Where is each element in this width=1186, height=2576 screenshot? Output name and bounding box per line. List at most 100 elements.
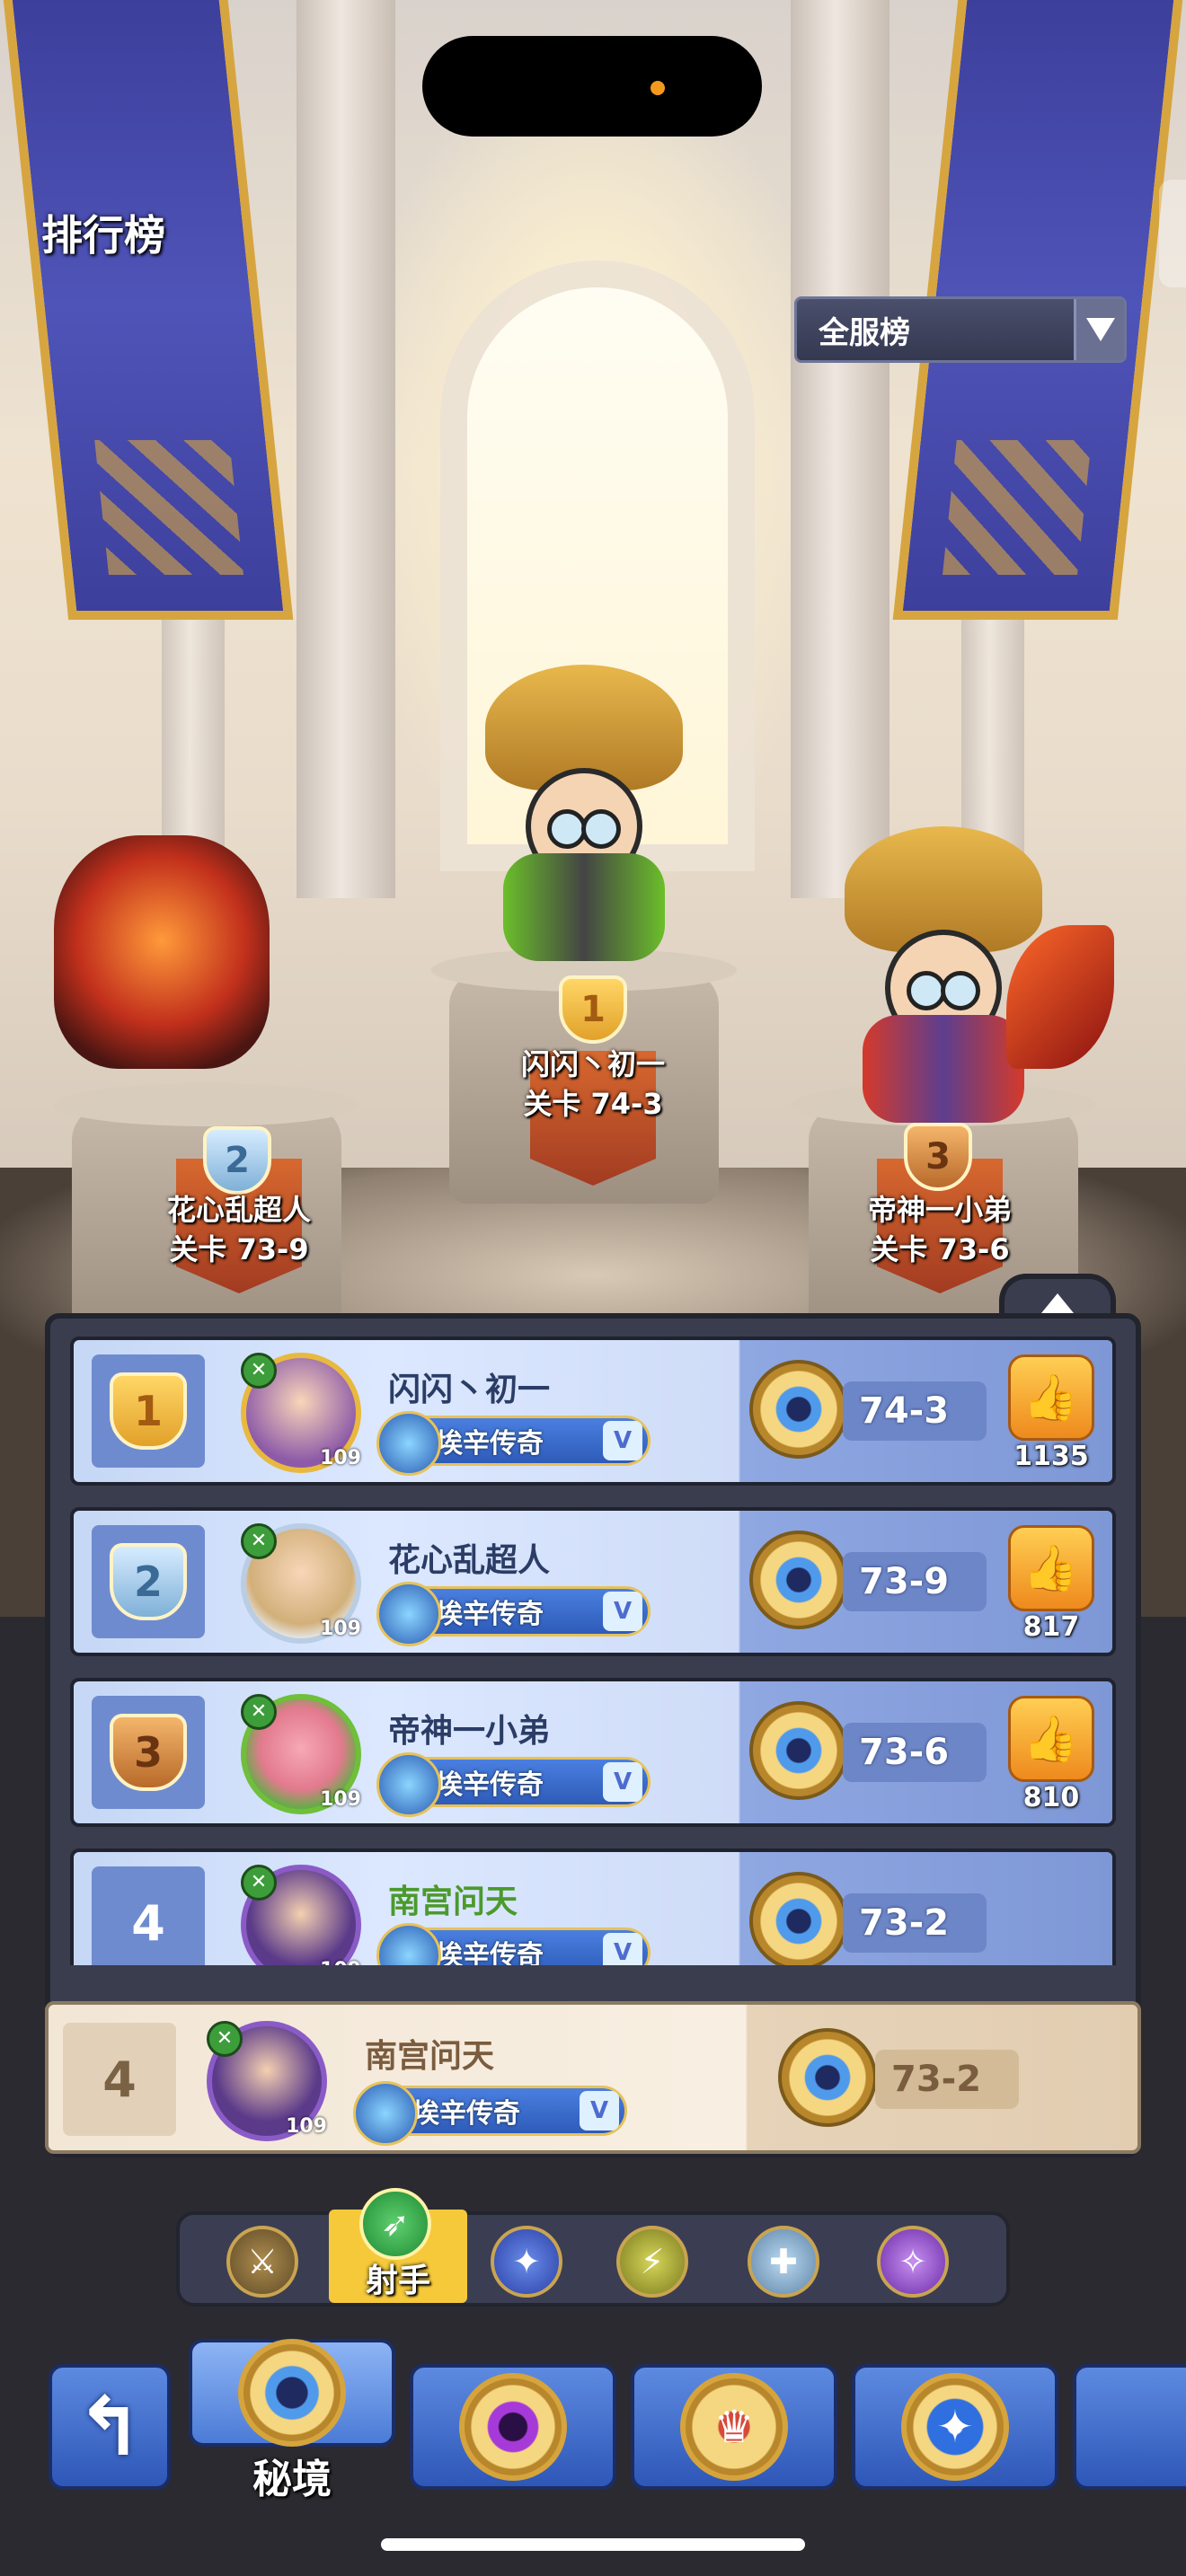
- avatar-level: 109: [320, 1788, 361, 1811]
- row-rank: 4: [63, 2023, 176, 2136]
- podium-name-2: 花心乱超人: [166, 1193, 311, 1227]
- podium-stage-1: 关卡 74-3: [523, 1087, 663, 1121]
- chevron-up-icon: [1041, 1293, 1074, 1313]
- player-name: 花心乱超人: [388, 1542, 551, 1579]
- title-badge: 埃辛传奇 V: [376, 1923, 651, 1965]
- secret-realm-icon: [778, 2028, 877, 2127]
- nav-active-label: 秘境: [252, 2457, 332, 2502]
- rank-number: 4: [102, 2051, 137, 2108]
- avatar[interactable]: ✕ 109: [241, 1694, 361, 1814]
- rank-3-shield-icon: 3: [110, 1714, 187, 1791]
- avatar[interactable]: ✕ 109: [241, 1353, 361, 1473]
- podium-hero-3[interactable]: [809, 826, 1114, 1123]
- row-rank: 1: [92, 1354, 205, 1468]
- like-count: 1135: [1013, 1441, 1089, 1472]
- title-badge: 埃辛传奇 V: [376, 1582, 651, 1646]
- leaderboard-row[interactable]: 3 ✕ 109 帝神一小弟 埃辛传奇 V 73-6 👍 810: [70, 1678, 1116, 1827]
- secret-realm-icon: [749, 1360, 848, 1459]
- leaderboard-list[interactable]: 1 ✕ 109 闪闪丶初一 埃辛传奇 V 74-3 👍 1135 2 ✕ 109…: [70, 1337, 1116, 1965]
- assassin-icon[interactable]: ⚡: [616, 2226, 688, 2298]
- stage-value: 73-2: [875, 2050, 1019, 2109]
- archer-icon[interactable]: ➶: [359, 2188, 431, 2260]
- avatar-level: 109: [286, 2115, 327, 2138]
- title-badge: 埃辛传奇 V: [353, 2081, 627, 2146]
- title-badge: 埃辛传奇 V: [376, 1752, 651, 1817]
- secret-realm-icon: [749, 1531, 848, 1629]
- avatar-level: 109: [320, 1447, 361, 1469]
- self-rank-row[interactable]: 4 ✕ 109 南宫问天 埃辛传奇 V 73-2: [45, 2001, 1141, 2154]
- mage-icon[interactable]: ✦: [491, 2226, 562, 2298]
- server-filter-dropdown[interactable]: 全服榜: [794, 296, 1127, 363]
- like-count: 817: [1022, 1611, 1080, 1643]
- podium-name-3: 帝神一小弟: [867, 1193, 1012, 1227]
- title-text: 埃辛传奇: [412, 2098, 520, 2130]
- crown-emblem-icon: ♛: [680, 2373, 788, 2481]
- nav-void-stage[interactable]: [410, 2364, 616, 2490]
- secret-realm-icon: [749, 1701, 848, 1800]
- rank-number: 4: [131, 1894, 165, 1952]
- class-badge-icon: ✕: [241, 1523, 277, 1559]
- row-rank: 2: [92, 1525, 205, 1638]
- podium-hero-1[interactable]: [449, 665, 719, 961]
- row-rank: 3: [92, 1696, 205, 1809]
- secret-realm-icon: [238, 2339, 346, 2447]
- class-badge-icon: ✕: [241, 1865, 277, 1901]
- class-badge-icon: ✕: [207, 2021, 243, 2057]
- pillar: [296, 0, 395, 898]
- nav-more[interactable]: [1073, 2364, 1186, 2490]
- warrior-icon[interactable]: ⚔: [226, 2226, 298, 2298]
- rank-2-shield-icon: 2: [203, 1126, 271, 1195]
- thumbs-up-icon: 👍: [1022, 1712, 1080, 1765]
- rank-1-shield-icon: 1: [559, 975, 627, 1044]
- avatar[interactable]: ✕ 109: [207, 2021, 327, 2141]
- indicator-dot: [651, 81, 665, 95]
- pillar: [791, 0, 890, 898]
- class-selected-label: 射手: [365, 2263, 430, 2299]
- podium-hero-2[interactable]: [27, 817, 296, 1087]
- title-text: 埃辛传奇: [436, 1599, 544, 1630]
- nav-star-rank[interactable]: ✦: [852, 2364, 1058, 2490]
- podium-name-1: 闪闪丶初一: [520, 1047, 665, 1081]
- star-emblem-icon: ✦: [901, 2373, 1009, 2481]
- title-tier: V: [580, 2091, 619, 2130]
- stage-value: 73-2: [843, 1893, 987, 1953]
- stage-value: 73-9: [843, 1552, 987, 1611]
- summoner-icon[interactable]: ✧: [877, 2226, 949, 2298]
- dropdown-arrow-icon: [1074, 299, 1124, 360]
- player-name: 南宫问天: [365, 2038, 495, 2075]
- stage-value: 73-6: [843, 1723, 987, 1782]
- title-text: 埃辛传奇: [436, 1769, 544, 1801]
- like-button[interactable]: 👍: [1008, 1696, 1094, 1782]
- home-indicator: [381, 2538, 805, 2551]
- demon-hero: [54, 835, 270, 1069]
- rank-3-shield-icon: 3: [904, 1123, 972, 1191]
- like-button[interactable]: 👍: [1008, 1525, 1094, 1611]
- like-button[interactable]: 👍: [1008, 1354, 1094, 1441]
- podium-stage-3: 关卡 73-6: [870, 1232, 1010, 1266]
- avatar[interactable]: ✕ 109: [241, 1523, 361, 1644]
- class-badge-icon: ✕: [241, 1353, 277, 1389]
- title-tier: V: [603, 1762, 642, 1802]
- avatar[interactable]: ✕ 109: [241, 1865, 361, 1965]
- banner-left: [3, 0, 294, 620]
- title-tier: V: [603, 1933, 642, 1965]
- podium-stage-2: 关卡 73-9: [169, 1232, 309, 1266]
- nav-crown-rank[interactable]: ♛: [631, 2364, 837, 2490]
- secret-realm-icon: [749, 1872, 848, 1965]
- back-arrow-icon: ↰: [75, 2379, 144, 2475]
- page-title: 排行榜: [41, 211, 165, 260]
- side-drawer-handle[interactable]: [1159, 180, 1186, 287]
- priest-icon[interactable]: ✚: [748, 2226, 819, 2298]
- player-name: 帝神一小弟: [388, 1713, 551, 1750]
- server-filter-label: 全服榜: [819, 314, 910, 351]
- title-text: 埃辛传奇: [436, 1940, 544, 1965]
- dynamic-island: [422, 36, 762, 137]
- leaderboard-row[interactable]: 4 ✕ 109 南宫问天 埃辛传奇 V 73-2: [70, 1848, 1116, 1965]
- leaderboard-row[interactable]: 2 ✕ 109 花心乱超人 埃辛传奇 V 73-9 👍 817: [70, 1507, 1116, 1656]
- back-button[interactable]: ↰: [49, 2364, 171, 2490]
- stage-value: 74-3: [843, 1381, 987, 1441]
- leaderboard-row[interactable]: 1 ✕ 109 闪闪丶初一 埃辛传奇 V 74-3 👍 1135: [70, 1337, 1116, 1486]
- thumbs-up-icon: 👍: [1022, 1371, 1080, 1424]
- nav-secret-realm[interactable]: [189, 2339, 395, 2447]
- void-emblem-icon: [459, 2373, 567, 2481]
